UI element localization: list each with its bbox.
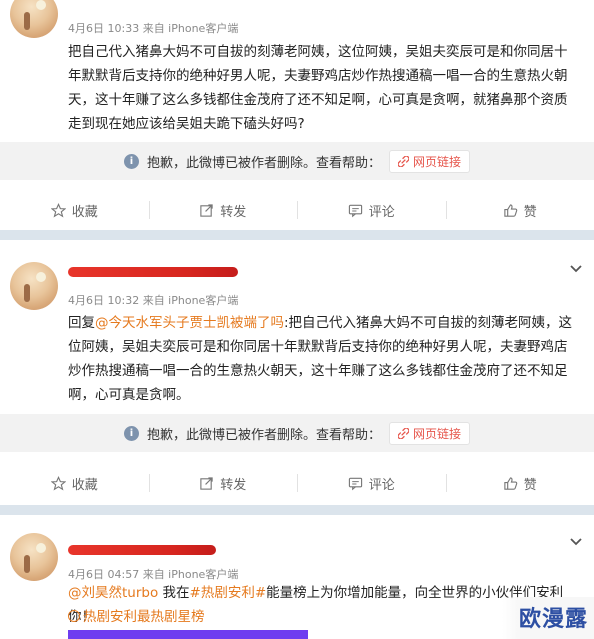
avatar-figure [24,555,30,573]
repost-button[interactable]: 转发 [148,190,298,230]
avatar[interactable] [10,533,58,581]
comment-label: 评论 [368,477,395,493]
deleted-notice-text: 抱歉，此微博已被作者删除。查看帮助： [146,155,381,171]
hot-topic-link[interactable]: 热剧安利最热剧星榜 [68,609,205,625]
post-meta: 4月6日 04:57 来自 iPhone客户端 [68,568,239,581]
web-link-button[interactable]: 网页链接 [389,421,471,445]
comment-button[interactable]: 评论 [297,463,446,503]
post-text: 把自己代入猪鼻大妈不可自拔的刻薄老阿姨，这位阿姨，吴姐夫奕辰可是和你同居十年默默… [68,44,568,132]
repost-icon [200,203,213,217]
post-text-part: 我在 [158,585,190,601]
favorite-label: 收藏 [71,477,98,493]
web-link-button[interactable]: 网页链接 [389,149,471,173]
post-text: 回复@今天水军头子贾士凯被端了吗:把自己代入猪鼻大妈不可自拔的刻薄老阿姨，这位阿… [68,311,580,407]
favorite-button[interactable]: 收藏 [0,190,149,230]
star-icon [50,475,66,491]
repost-label: 转发 [220,477,247,493]
post-actions: 收藏 转发 评论 赞 [0,190,594,230]
post-meta: 4月6日 10:33 来自 iPhone客户端 [68,22,239,35]
post-1: 4月6日 10:33 来自 iPhone客户端 把自己代入猪鼻大妈不可自拔的刻薄… [0,0,594,228]
comment-icon [348,477,362,490]
chevron-down-icon[interactable] [568,533,584,549]
avatar-sun [36,0,46,10]
web-link-label: 网页链接 [413,426,462,441]
deleted-notice-bar: i 抱歉，此微博已被作者删除。查看帮助： 网页链接 [0,414,594,452]
avatar-figure [24,284,30,302]
repost-button[interactable]: 转发 [148,463,298,503]
like-icon [504,203,518,217]
repost-icon [200,476,213,490]
mention-link[interactable]: @今天水军头子贾士凯被端了吗 [95,315,284,331]
link-icon [398,155,409,167]
deleted-notice-text: 抱歉，此微博已被作者删除。查看帮助： [146,427,381,443]
avatar-sun [36,272,46,282]
web-link-label: 网页链接 [413,154,462,169]
comment-icon [348,204,362,217]
post-actions: 收藏 转发 评论 赞 [0,463,594,503]
post-separator [0,505,594,515]
like-button[interactable]: 赞 [445,190,594,230]
avatar[interactable] [10,262,58,310]
link-icon [398,427,409,439]
mention-link[interactable]: @刘昊然turbo [68,585,158,601]
star-icon [50,202,66,218]
like-label: 赞 [523,204,537,220]
topic-link[interactable]: #热剧安利# [190,585,267,601]
info-icon: i [123,425,139,441]
post-meta: 4月6日 10:32 来自 iPhone客户端 [68,294,239,307]
avatar-sun [36,543,46,553]
info-icon: i [123,153,139,169]
like-icon [504,476,518,490]
favorite-label: 收藏 [71,204,98,220]
repost-label: 转发 [220,204,247,220]
hot-topic-label: 热剧安利最热剧星榜 [83,609,205,625]
post-separator [0,230,594,240]
avatar[interactable] [10,0,58,38]
reply-prefix: 回复 [68,315,95,331]
avatar-figure [24,12,30,30]
post-2: 4月6日 10:32 来自 iPhone客户端 回复@今天水军头子贾士凯被端了吗… [0,240,594,503]
redacted-username [68,545,216,555]
comment-label: 评论 [368,204,395,220]
purple-strip [68,630,308,639]
watermark: 欧漫露 [518,607,588,632]
fire-icon [68,610,80,622]
like-label: 赞 [523,477,537,493]
deleted-notice-bar: i 抱歉，此微博已被作者删除。查看帮助： 网页链接 [0,142,594,180]
chevron-down-icon[interactable] [568,260,584,276]
redacted-username [68,267,238,277]
comment-button[interactable]: 评论 [297,190,446,230]
favorite-button[interactable]: 收藏 [0,463,149,503]
like-button[interactable]: 赞 [445,463,594,503]
